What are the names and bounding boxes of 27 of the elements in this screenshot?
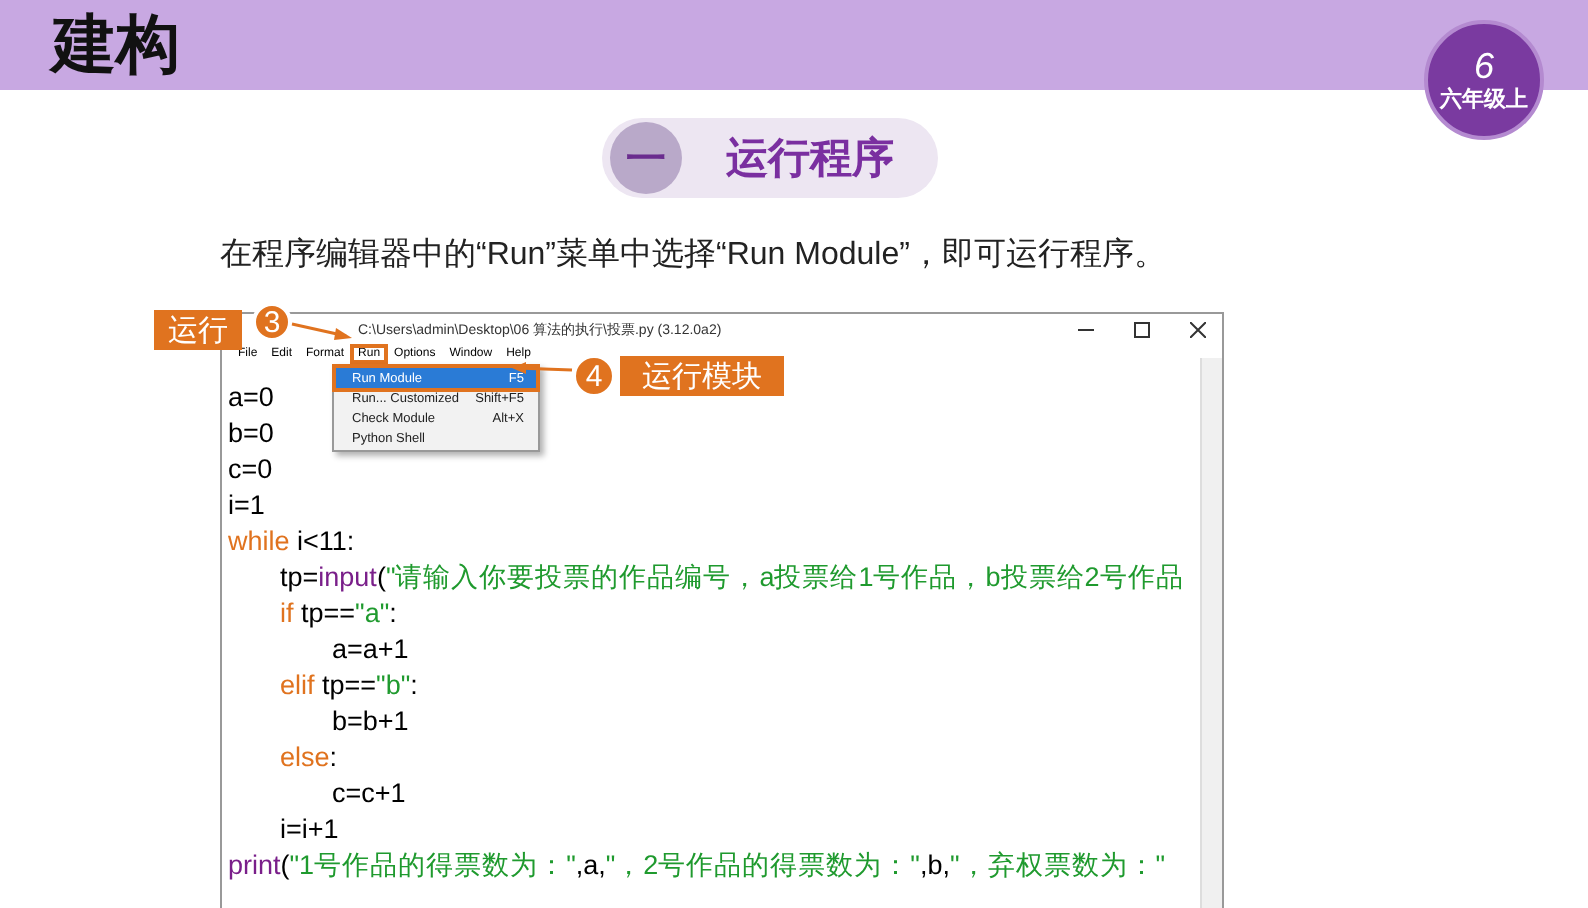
- page-title: 建构: [52, 3, 180, 85]
- code-line: c=c+1: [332, 776, 406, 812]
- code-line: c=0: [228, 452, 273, 488]
- instruction-text: 在程序编辑器中的“Run”菜单中选择“Run Module”，即可运行程序。: [220, 235, 1168, 276]
- section-number: 一: [610, 122, 682, 194]
- close-icon[interactable]: [1190, 321, 1206, 337]
- code-line: elif tp=="b":: [280, 668, 418, 704]
- callout-label: 运行模块: [620, 356, 784, 396]
- code-line: print("1号作品的得票数为：",a,"，2号作品的得票数为：",b,"，弃权票数为：": [228, 848, 1166, 884]
- code-line: i=i+1: [280, 812, 339, 848]
- step-number: 3: [252, 302, 292, 342]
- code-line: b=0: [228, 416, 274, 452]
- code-line: while i<11:: [228, 524, 355, 560]
- arrow-icon: [512, 362, 572, 374]
- arrow-icon: [292, 324, 352, 340]
- code-line: else:: [280, 740, 338, 776]
- code-line: tp=input("请输入你要投票的作品编号，a投票给1号作品，b投票给2号作品: [280, 560, 1184, 596]
- code-line: a=0: [228, 380, 274, 416]
- grade-badge: 6 六年级上: [1424, 20, 1544, 140]
- code-line: a=a+1: [332, 632, 409, 668]
- section-title: 运行程序: [726, 133, 894, 186]
- callout-label: 运行: [154, 310, 242, 350]
- code-line: b=b+1: [332, 704, 409, 740]
- code-line: i=1: [228, 488, 265, 524]
- scrollbar[interactable]: [1200, 358, 1222, 908]
- maximize-icon[interactable]: [1134, 321, 1150, 337]
- code-line: if tp=="a":: [280, 596, 397, 632]
